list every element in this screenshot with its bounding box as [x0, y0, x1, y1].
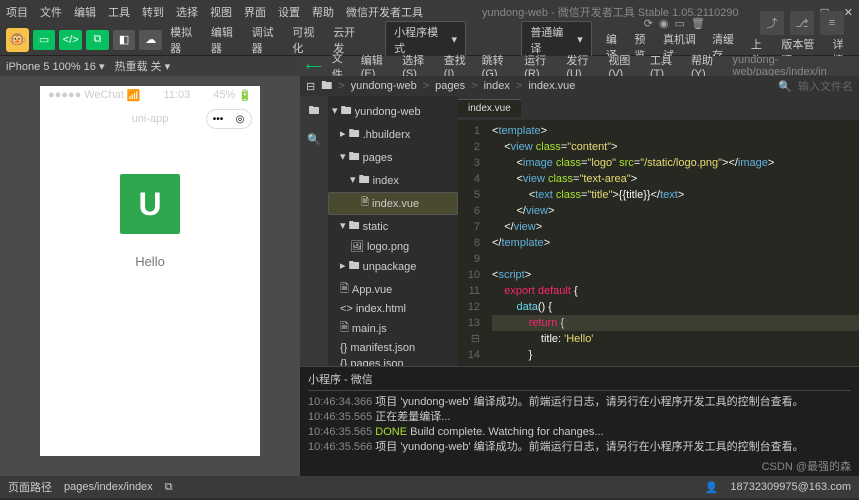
ide-back-icon[interactable]: ⟵	[306, 60, 322, 73]
explorer-icon[interactable]: 🖿	[309, 102, 320, 121]
menu-settings[interactable]: 设置	[278, 4, 300, 20]
device-select[interactable]: iPhone 5 100% 16 ▾	[6, 60, 105, 73]
tree-logo-png[interactable]: 🖼 logo.png	[328, 238, 458, 255]
watermark: CSDN @最强的森	[762, 458, 851, 474]
app-menu: 项目 文件 编辑 工具 转到 选择 视图 界面 设置 帮助 微信开发者工具	[6, 4, 423, 20]
menu-project[interactable]: 项目	[6, 4, 28, 20]
tree-unpackage[interactable]: ▸ 🖿 unpackage	[328, 255, 458, 278]
status-bar: 页面路径 pages/index/index ⧉ 👤 18732309975@1…	[0, 476, 859, 498]
copy-icon[interactable]: ⧉	[165, 481, 173, 494]
activity-bar: 🖿 🔍	[300, 96, 328, 366]
clear-cache-icon[interactable]: 🗑	[691, 17, 705, 30]
phone-preview: ●●●●● WeChat📶 11:03 45%🔋 uni-app •••◎ U …	[40, 86, 260, 456]
version-button[interactable]: ⎇	[790, 11, 814, 35]
hot-reload-toggle[interactable]: 热重载 关 ▾	[115, 58, 171, 74]
menu-tools[interactable]: 工具	[108, 4, 130, 20]
capsule[interactable]: •••◎	[206, 109, 252, 129]
collapse-icon[interactable]: ⊟	[306, 80, 315, 93]
more-icon: •••	[207, 110, 229, 128]
tree-app-vue[interactable]: 🗎 App.vue	[328, 278, 458, 301]
tab-index-vue[interactable]: index.vue	[458, 99, 521, 117]
simulator-button[interactable]: ▭	[33, 30, 56, 50]
tree-index-vue[interactable]: 🗎 index.vue	[328, 192, 458, 215]
account-email[interactable]: 18732309975@163.com	[730, 481, 851, 493]
menu-edit[interactable]: 编辑	[74, 4, 96, 20]
breadcrumb: ⊟ 🖿 >yundong-web >pages >index >index.vu…	[300, 76, 859, 96]
target-icon: ◎	[229, 110, 251, 128]
tree-pages-json[interactable]: {} pages.json	[328, 356, 458, 366]
details-button[interactable]: ≡	[820, 11, 844, 35]
path-label: 页面路径	[8, 479, 52, 495]
chevron-down-icon: ▾	[577, 33, 583, 46]
debugger-button[interactable]: ⧉	[86, 30, 109, 50]
menu-goto[interactable]: 转到	[142, 4, 164, 20]
app-logo-icon: 🐵	[6, 28, 29, 52]
tree-main-js[interactable]: 🗎 main.js	[328, 317, 458, 340]
tree-index-html[interactable]: <> index.html	[328, 301, 458, 317]
menu-view[interactable]: 视图	[210, 4, 232, 20]
compile-icon[interactable]: ⟳	[644, 17, 653, 30]
menu-help[interactable]: 帮助	[312, 4, 334, 20]
signal-icon: ●●●●● WeChat📶	[48, 89, 140, 102]
cloud-button[interactable]: ☁	[139, 30, 162, 50]
remote-debug-icon[interactable]: ▭	[675, 17, 685, 30]
phone-time: 11:03	[164, 89, 191, 101]
editor-button[interactable]: </>	[59, 30, 82, 50]
tree-root[interactable]: ▾ 🖿 yundong-web	[328, 100, 458, 123]
search-icon[interactable]: 🔍	[307, 133, 321, 146]
tree-index-dir[interactable]: ▾ 🖿 index	[328, 169, 458, 192]
ide-project-path: yundong-web/pages/index/in	[733, 54, 853, 78]
editor-pane: ⟵ 文件 编辑(E) 选择(S) 查找(I) 跳转(G) 运行(R) 发行(U)…	[300, 56, 859, 476]
search-file-icon[interactable]: 🔍	[778, 80, 792, 93]
user-icon: 👤	[705, 481, 719, 494]
page-title: uni-app	[132, 113, 169, 125]
chevron-down-icon: ▾	[452, 33, 458, 46]
page-path[interactable]: pages/index/index	[64, 481, 153, 493]
tree-hbuilderx[interactable]: ▸ 🖿 .hbuilderx	[328, 123, 458, 146]
code-editor[interactable]: 12345678910111213 ⊟14151617 <template> <…	[458, 120, 859, 366]
upload-button[interactable]: ⤴	[760, 11, 784, 35]
hello-text: Hello	[135, 254, 165, 269]
simulator-pane: iPhone 5 100% 16 ▾ 热重载 关 ▾ ●●●●● WeChat📶…	[0, 56, 300, 476]
tree-static[interactable]: ▾ 🖿 static	[328, 215, 458, 238]
preview-icon[interactable]: ◉	[659, 17, 669, 30]
visual-button[interactable]: ◧	[113, 30, 136, 50]
battery-icon: 45%🔋	[213, 89, 252, 102]
menu-file[interactable]: 文件	[40, 4, 62, 20]
file-tree: ▾ 🖿 yundong-web ▸ 🖿 .hbuilderx ▾ 🖿 pages…	[328, 96, 458, 366]
menu-select[interactable]: 选择	[176, 4, 198, 20]
tree-pages[interactable]: ▾ 🖿 pages	[328, 146, 458, 169]
folder-icon: 🖿	[321, 77, 332, 96]
filename-input[interactable]: 输入文件名	[798, 78, 853, 94]
tree-manifest[interactable]: {} manifest.json	[328, 340, 458, 356]
console-title[interactable]: 小程序 - 微信	[308, 371, 851, 391]
menu-ui[interactable]: 界面	[244, 4, 266, 20]
app-preview-logo: U	[120, 174, 180, 234]
menu-devtools[interactable]: 微信开发者工具	[346, 4, 423, 20]
